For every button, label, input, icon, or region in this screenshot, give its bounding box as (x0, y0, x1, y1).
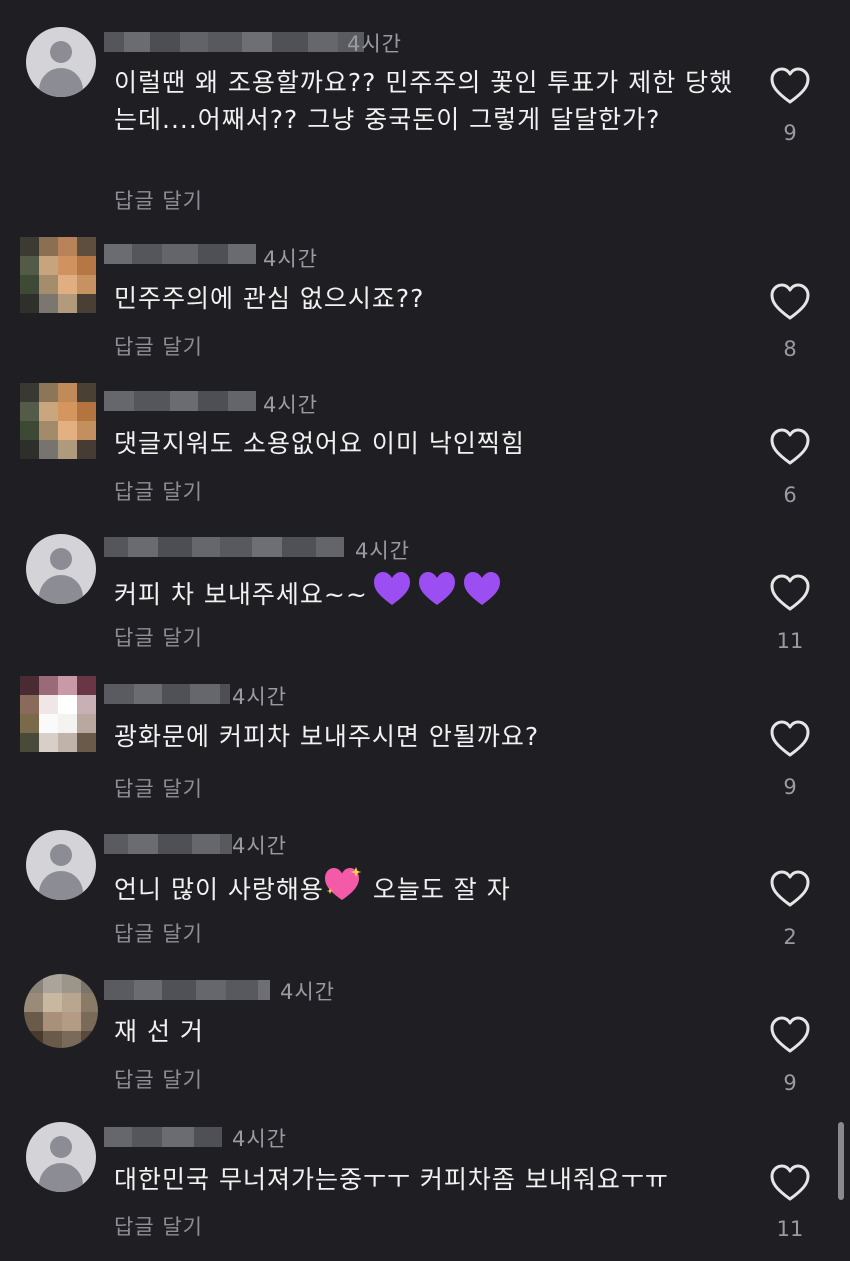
reply-button[interactable]: 답글 달기 (114, 918, 203, 948)
comment-time: 4시간 (263, 247, 319, 271)
default-avatar[interactable] (26, 1122, 96, 1192)
heart-icon[interactable] (768, 573, 812, 613)
like-count: 2 (783, 925, 797, 949)
comment-text-before: 언니 많이 사랑해용 (114, 875, 324, 904)
comment-text: 이럴땐 왜 조용할까요?? 민주주의 꽃인 투표가 제한 당했는데....어째서… (114, 68, 734, 134)
comment-text: 대한민국 무너져가는중ㅜㅜ 커피차좀 보내줘요ㅜㅠ (114, 1165, 669, 1194)
blurred-username[interactable] (104, 1127, 222, 1147)
like-count: 9 (783, 121, 797, 145)
heart-icon[interactable] (768, 282, 812, 322)
reply-button[interactable]: 답글 달기 (114, 331, 203, 361)
heart-icon[interactable] (768, 1015, 812, 1055)
blurred-username[interactable] (104, 684, 230, 704)
comment-time: 4시간 (355, 539, 411, 563)
blurred-avatar[interactable] (20, 383, 96, 459)
blurred-username[interactable] (104, 537, 344, 557)
default-avatar[interactable] (26, 534, 96, 604)
heart-icon[interactable] (768, 719, 812, 759)
blurred-username[interactable] (104, 391, 256, 411)
like-count: 8 (783, 337, 797, 361)
comment-time: 4시간 (232, 834, 288, 858)
comment-text-content: 커피 차 보내주세요~~ (114, 580, 368, 609)
comment-text: 광화문에 커피차 보내주시면 안될까요? (114, 722, 540, 751)
default-avatar[interactable] (26, 27, 96, 97)
like-count: 9 (783, 1071, 797, 1095)
reply-button[interactable]: 답글 달기 (114, 185, 203, 215)
blurred-username[interactable] (104, 834, 232, 854)
sparkling-heart-emoji (324, 866, 364, 912)
default-avatar[interactable] (26, 830, 96, 900)
comment-text: 언니 많이 사랑해용 오늘도 잘 자 (114, 866, 744, 912)
reply-button[interactable]: 답글 달기 (114, 773, 203, 803)
heart-icon[interactable] (768, 66, 812, 106)
like-count: 9 (783, 775, 797, 799)
comment-time: 4시간 (263, 393, 319, 417)
comment-text: 민주주의에 관심 없으시죠?? (114, 284, 425, 313)
purple-heart-emoji-group (372, 571, 504, 617)
blurred-username[interactable] (104, 32, 364, 52)
like-count: 11 (776, 1217, 804, 1241)
heart-icon[interactable] (768, 1163, 812, 1203)
comment-time: 4시간 (280, 980, 336, 1004)
blurred-username[interactable] (104, 980, 270, 1000)
heart-icon[interactable] (768, 427, 812, 467)
blurred-avatar[interactable] (20, 237, 96, 313)
heart-icon[interactable] (768, 869, 812, 909)
scrollbar-thumb[interactable] (838, 1122, 844, 1200)
comment-time: 4시간 (347, 32, 403, 56)
comment-text: 재 선 거 (114, 1017, 204, 1046)
blurred-avatar[interactable] (20, 676, 96, 752)
comment-text-after: 오늘도 잘 자 (363, 875, 511, 904)
comment-time: 4시간 (232, 1127, 288, 1151)
comment-text: 커피 차 보내주세요~~ (114, 571, 744, 617)
reply-button[interactable]: 답글 달기 (114, 476, 203, 506)
reply-button[interactable]: 답글 달기 (114, 1211, 203, 1241)
like-count: 11 (776, 629, 804, 653)
blurred-avatar[interactable] (24, 974, 98, 1048)
blurred-username[interactable] (104, 244, 256, 264)
reply-button[interactable]: 답글 달기 (114, 622, 203, 652)
comment-time: 4시간 (232, 685, 288, 709)
reply-button[interactable]: 답글 달기 (114, 1064, 203, 1094)
like-count: 6 (783, 483, 797, 507)
comment-text: 댓글지워도 소용없어요 이미 낙인찍힘 (114, 429, 525, 458)
